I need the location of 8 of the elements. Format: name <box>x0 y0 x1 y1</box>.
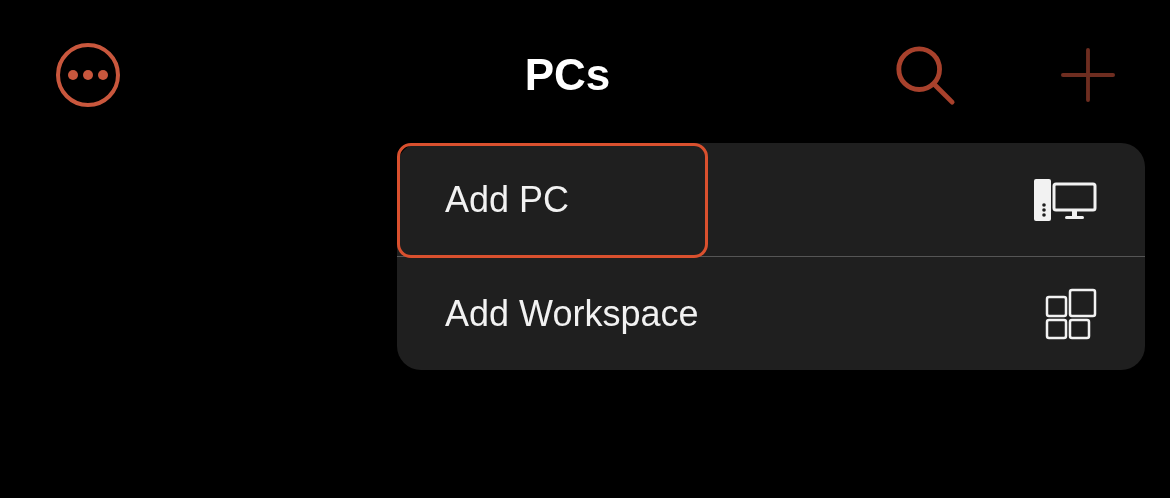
page-title: PCs <box>523 50 612 100</box>
menu-item[interactable]: Add PC <box>445 178 570 221</box>
computer-icon <box>1033 177 1097 222</box>
grid-icon <box>1045 287 1097 340</box>
add-icon[interactable] <box>1061 48 1115 102</box>
search-icon[interactable] <box>894 44 956 106</box>
menu-item[interactable]: Add Workspace <box>445 292 699 335</box>
more-icon[interactable] <box>55 42 121 108</box>
